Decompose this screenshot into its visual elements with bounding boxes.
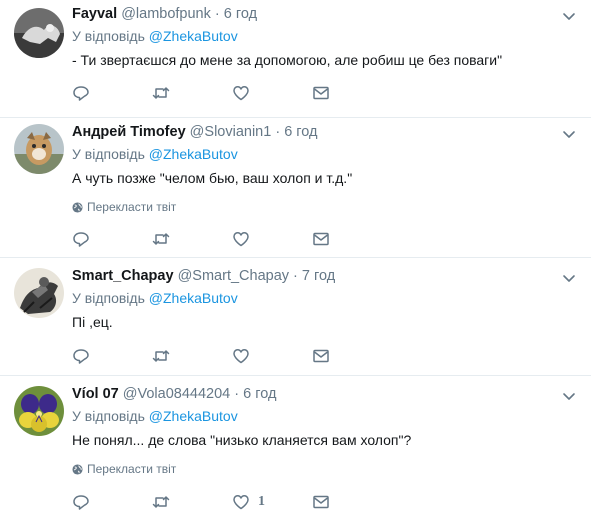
reply-mention-link[interactable]: @ZhekaButov — [149, 28, 238, 44]
reply-prefix: У відповідь — [72, 146, 145, 162]
reply-context: У відповідь @ZhekaButov — [72, 144, 551, 164]
tweet-text: Не понял... де слова "низько кланяется в… — [72, 432, 412, 448]
reply-prefix: У відповідь — [72, 28, 145, 44]
globe-icon — [72, 201, 83, 213]
tweet[interactable]: Smart_Chapay @Smart_Chapay · 7 год У від… — [0, 258, 591, 376]
reply-button[interactable] — [72, 492, 152, 512]
direct-message-icon — [313, 86, 329, 100]
avatar-image — [14, 8, 64, 58]
reply-icon — [73, 349, 89, 364]
avatar-image — [14, 268, 64, 318]
timestamp[interactable]: 6 год — [243, 386, 276, 402]
globe-icon — [72, 463, 83, 475]
reply-button[interactable] — [72, 83, 152, 103]
reply-context: У відповідь @ZhekaButov — [72, 406, 551, 426]
retweet-button[interactable] — [152, 492, 232, 512]
separator: · — [275, 124, 281, 140]
username[interactable]: @Slovianin1 — [190, 124, 272, 140]
separator: · — [214, 6, 220, 22]
reply-mention-link[interactable]: @ZhekaButov — [149, 290, 238, 306]
direct-message-button[interactable] — [312, 229, 392, 249]
retweet-button[interactable] — [152, 83, 232, 103]
retweet-icon — [152, 87, 170, 99]
tweet[interactable]: Андрей Timofey @Slovianin1 · 6 год У від… — [0, 118, 591, 258]
direct-message-button[interactable] — [312, 346, 392, 366]
tweet-header: Víol 07 @Vola08444204 · 6 год — [72, 384, 551, 404]
fullname[interactable]: Víol 07 — [72, 386, 119, 402]
retweet-icon — [152, 233, 170, 245]
timestamp[interactable]: 7 год — [302, 268, 335, 284]
fullname[interactable]: Fayval — [72, 6, 117, 22]
retweet-icon — [152, 350, 170, 362]
separator: · — [234, 386, 240, 402]
direct-message-button[interactable] — [312, 492, 392, 512]
reply-prefix: У відповідь — [72, 408, 145, 424]
username[interactable]: @Smart_Chapay — [178, 268, 289, 284]
reply-prefix: У відповідь — [72, 290, 145, 306]
tweet-actions — [72, 346, 392, 366]
direct-message-icon — [313, 232, 329, 246]
reply-icon — [73, 232, 89, 247]
like-button[interactable]: 1 — [232, 492, 312, 512]
caret-down-icon[interactable] — [561, 126, 577, 142]
tweet-actions — [72, 229, 392, 249]
tweet-header: Smart_Chapay @Smart_Chapay · 7 год — [72, 266, 551, 286]
fullname[interactable]: Андрей Timofey — [72, 124, 186, 140]
reply-context: У відповідь @ZhekaButov — [72, 26, 551, 46]
reply-button[interactable] — [72, 346, 152, 366]
direct-message-icon — [313, 349, 329, 363]
avatar[interactable] — [14, 268, 64, 318]
caret-down-icon[interactable] — [561, 270, 577, 286]
tweet-header: Андрей Timofey @Slovianin1 · 6 год — [72, 122, 551, 142]
username[interactable]: @lambofpunk — [121, 6, 211, 22]
avatar[interactable] — [14, 386, 64, 436]
avatar[interactable] — [14, 8, 64, 58]
tweet-text: - Ти звертаєшся до мене за допомогою, ал… — [72, 52, 503, 68]
direct-message-button[interactable] — [312, 83, 392, 103]
reply-icon — [73, 86, 89, 101]
like-icon — [233, 349, 249, 364]
avatar[interactable] — [14, 124, 64, 174]
reply-context: У відповідь @ZhekaButov — [72, 288, 551, 308]
username[interactable]: @Vola08444204 — [123, 386, 230, 402]
reply-button[interactable] — [72, 229, 152, 249]
like-button[interactable] — [232, 229, 312, 249]
translate-link[interactable]: Перекласти твіт — [72, 461, 551, 477]
tweet-actions: 1 — [72, 492, 392, 512]
like-count: 1 — [258, 494, 265, 509]
separator: · — [293, 268, 298, 284]
caret-down-icon[interactable] — [561, 388, 577, 404]
like-icon — [233, 232, 249, 247]
like-button[interactable] — [232, 83, 312, 103]
tweet-text: Пі ,ец. — [72, 314, 113, 330]
translate-link[interactable]: Перекласти твіт — [72, 199, 551, 215]
translate-label: Перекласти твіт — [87, 200, 177, 214]
fullname[interactable]: Smart_Chapay — [72, 268, 174, 284]
retweet-icon — [152, 496, 170, 508]
like-icon — [233, 495, 249, 510]
direct-message-icon — [313, 495, 329, 509]
tweet[interactable]: Víol 07 @Vola08444204 · 6 год У відповід… — [0, 376, 591, 516]
reply-mention-link[interactable]: @ZhekaButov — [149, 408, 238, 424]
avatar-image — [14, 386, 64, 436]
retweet-button[interactable] — [152, 229, 232, 249]
timestamp[interactable]: 6 год — [224, 6, 257, 22]
retweet-button[interactable] — [152, 346, 232, 366]
like-icon — [233, 86, 249, 101]
avatar-image — [14, 124, 64, 174]
caret-down-icon[interactable] — [561, 8, 577, 24]
tweet[interactable]: Fayval @lambofpunk · 6 год У відповідь @… — [0, 0, 591, 118]
reply-icon — [73, 495, 89, 510]
reply-mention-link[interactable]: @ZhekaButov — [149, 146, 238, 162]
tweet-header: Fayval @lambofpunk · 6 год — [72, 4, 551, 24]
timestamp[interactable]: 6 год — [284, 124, 317, 140]
tweet-actions — [72, 83, 392, 103]
like-button[interactable] — [232, 346, 312, 366]
tweet-text: А чуть позже "челом бью, ваш холоп и т.д… — [72, 170, 353, 186]
translate-label: Перекласти твіт — [87, 462, 177, 476]
